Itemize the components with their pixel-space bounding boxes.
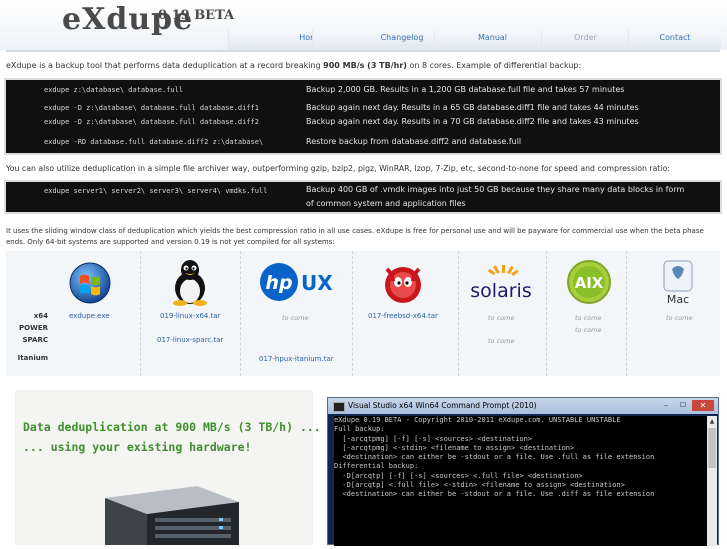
row-label-itanium: Itanium xyxy=(17,354,48,362)
minimize-button[interactable]: – xyxy=(658,400,674,411)
archiver-cmd: exdupe server1\ server2\ server3\ server… xyxy=(44,187,268,195)
aix-x64-to-come: to come xyxy=(575,314,602,322)
example-cmd-3: exdupe -D z:\database\ database.full dat… xyxy=(44,118,259,126)
aix-logo-text: AIX xyxy=(575,274,604,292)
console-titlebar[interactable]: Visual Studio x64 Win64 Command Prompt (… xyxy=(328,398,718,414)
download-windows-x64[interactable]: exdupe.exe xyxy=(69,312,110,320)
example-cmd-2: exdupe -D z:\database\ database.full dat… xyxy=(44,104,259,112)
main-nav: Home Changelog Manual Order Contact xyxy=(6,30,721,50)
example-desc-2: Backup again next day. Results in a 65 G… xyxy=(306,103,639,112)
column-divider xyxy=(546,251,547,376)
download-linux-x64[interactable]: 019-linux-x64.tar xyxy=(160,312,221,320)
console-line: [-arcqtpmg] [-f] [-s] <sources> <destina… xyxy=(334,434,533,443)
column-divider xyxy=(240,251,241,376)
archiver-desc-1: Backup 400 GB of .vmdk images into just … xyxy=(306,185,685,194)
aix-logo-icon: AIX xyxy=(566,259,612,309)
scroll-up-icon[interactable]: ▲ xyxy=(708,418,716,426)
windows-logo-icon xyxy=(68,261,112,309)
hpux-x64-to-come: to come xyxy=(282,314,309,322)
banner-line-2: ... using your existing hardware! xyxy=(23,440,252,454)
close-button[interactable]: ✕ xyxy=(692,400,714,411)
console-scrollbar[interactable]: ▲ xyxy=(707,416,717,546)
solaris-logo-icon: solaris xyxy=(462,265,540,305)
console-line: Differential backup: xyxy=(334,462,419,471)
solaris-x64-to-come: to come xyxy=(488,314,515,322)
console-line: Full backup: xyxy=(334,425,385,434)
banner-line-1: Data deduplication at 900 MB/s (3 TB/h) … xyxy=(23,420,321,434)
solaris-logo-text: solaris xyxy=(470,280,531,301)
row-label-x64: x64 xyxy=(33,312,48,320)
console-app-icon xyxy=(333,402,345,412)
column-divider xyxy=(626,251,627,376)
solaris-sparc-to-come: to come xyxy=(488,337,515,345)
console-line: <destination> can either be -stdout or a… xyxy=(334,453,655,462)
example-desc-3: Backup again next day. Results in a 70 G… xyxy=(306,117,639,126)
console-line: <destination> can either be -stdout or a… xyxy=(334,490,655,499)
site-version: 0.19 BETA xyxy=(158,8,235,23)
console-output: eXdupe 0.19 BETA - Copyright 2010-2011 e… xyxy=(334,416,708,546)
mac-logo-icon: Mac xyxy=(661,259,695,311)
download-linux-sparc[interactable]: 017-linux-sparc.tar xyxy=(157,336,223,344)
mac-x64-to-come: to come xyxy=(666,314,693,322)
header-divider xyxy=(6,50,720,52)
hpux-logo-icon: hp UX xyxy=(259,261,333,307)
sliding-window-text-2: ends. Only 64-bit systems are supported … xyxy=(6,238,335,246)
console-line: eXdupe 0.19 BETA - Copyright 2010-2011 e… xyxy=(334,416,621,424)
server-rack-image xyxy=(97,480,247,549)
scroll-thumb[interactable] xyxy=(708,428,716,468)
archiver-example-terminal: exdupe server1\ server2\ server3\ server… xyxy=(4,180,722,214)
nav-manual[interactable]: Manual xyxy=(434,30,550,50)
nav-order: Order xyxy=(541,30,629,50)
console-line: -D[arcqtp] [-f] [-s] <sources> <.full fi… xyxy=(334,471,583,480)
row-label-sparc: SPARC xyxy=(22,336,48,344)
archiver-text: You can also utilize deduplication in a … xyxy=(6,164,670,173)
linux-tux-icon xyxy=(170,258,210,310)
example-desc-4: Restore backup from database.diff2 and d… xyxy=(306,137,522,146)
sliding-window-text-1: It uses the sliding window class of dedu… xyxy=(6,227,704,235)
hpux-logo-ux: UX xyxy=(301,271,333,295)
nav-contact[interactable]: Contact xyxy=(628,30,721,50)
column-divider xyxy=(140,251,141,376)
aix-power-to-come: to come xyxy=(575,326,602,334)
console-line: -D[arcqtp] <.full file> <-stdin> <filena… xyxy=(334,481,625,490)
archiver-desc-2: of common system and application files xyxy=(306,199,466,208)
download-freebsd-x64[interactable]: 017-freebsd-x64.tar xyxy=(368,312,438,320)
promo-banner: Data deduplication at 900 MB/s (3 TB/h) … xyxy=(15,390,321,545)
differential-example-terminal: exdupe z:\database\ database.full Backup… xyxy=(4,78,722,155)
console-window: Visual Studio x64 Win64 Command Prompt (… xyxy=(327,397,719,546)
column-divider xyxy=(352,251,353,376)
freebsd-logo-icon xyxy=(381,261,425,309)
console-line: [-arcqtpmg] <-stdin> <filename to assign… xyxy=(334,443,575,452)
download-hpux-itanium[interactable]: 017-hpux-itanium.tar xyxy=(259,355,334,363)
intro-text: eXdupe is a backup tool that performs da… xyxy=(6,61,582,70)
hpux-logo-hp: hp xyxy=(265,272,292,294)
column-divider xyxy=(458,251,459,376)
example-cmd-1: exdupe z:\database\ database.full xyxy=(44,86,184,94)
mac-logo-text: Mac xyxy=(667,293,689,306)
platform-table: x64 POWER SPARC Itanium exdupe.exe 019-l… xyxy=(6,251,720,376)
example-cmd-4: exdupe -RD database.full database.diff2 … xyxy=(44,138,264,146)
example-desc-1: Backup 2,000 GB. Results in a 1,200 GB d… xyxy=(306,85,625,94)
maximize-button[interactable]: ☐ xyxy=(675,400,691,411)
console-title: Visual Studio x64 Win64 Command Prompt (… xyxy=(348,401,537,410)
row-label-power: POWER xyxy=(19,324,48,332)
